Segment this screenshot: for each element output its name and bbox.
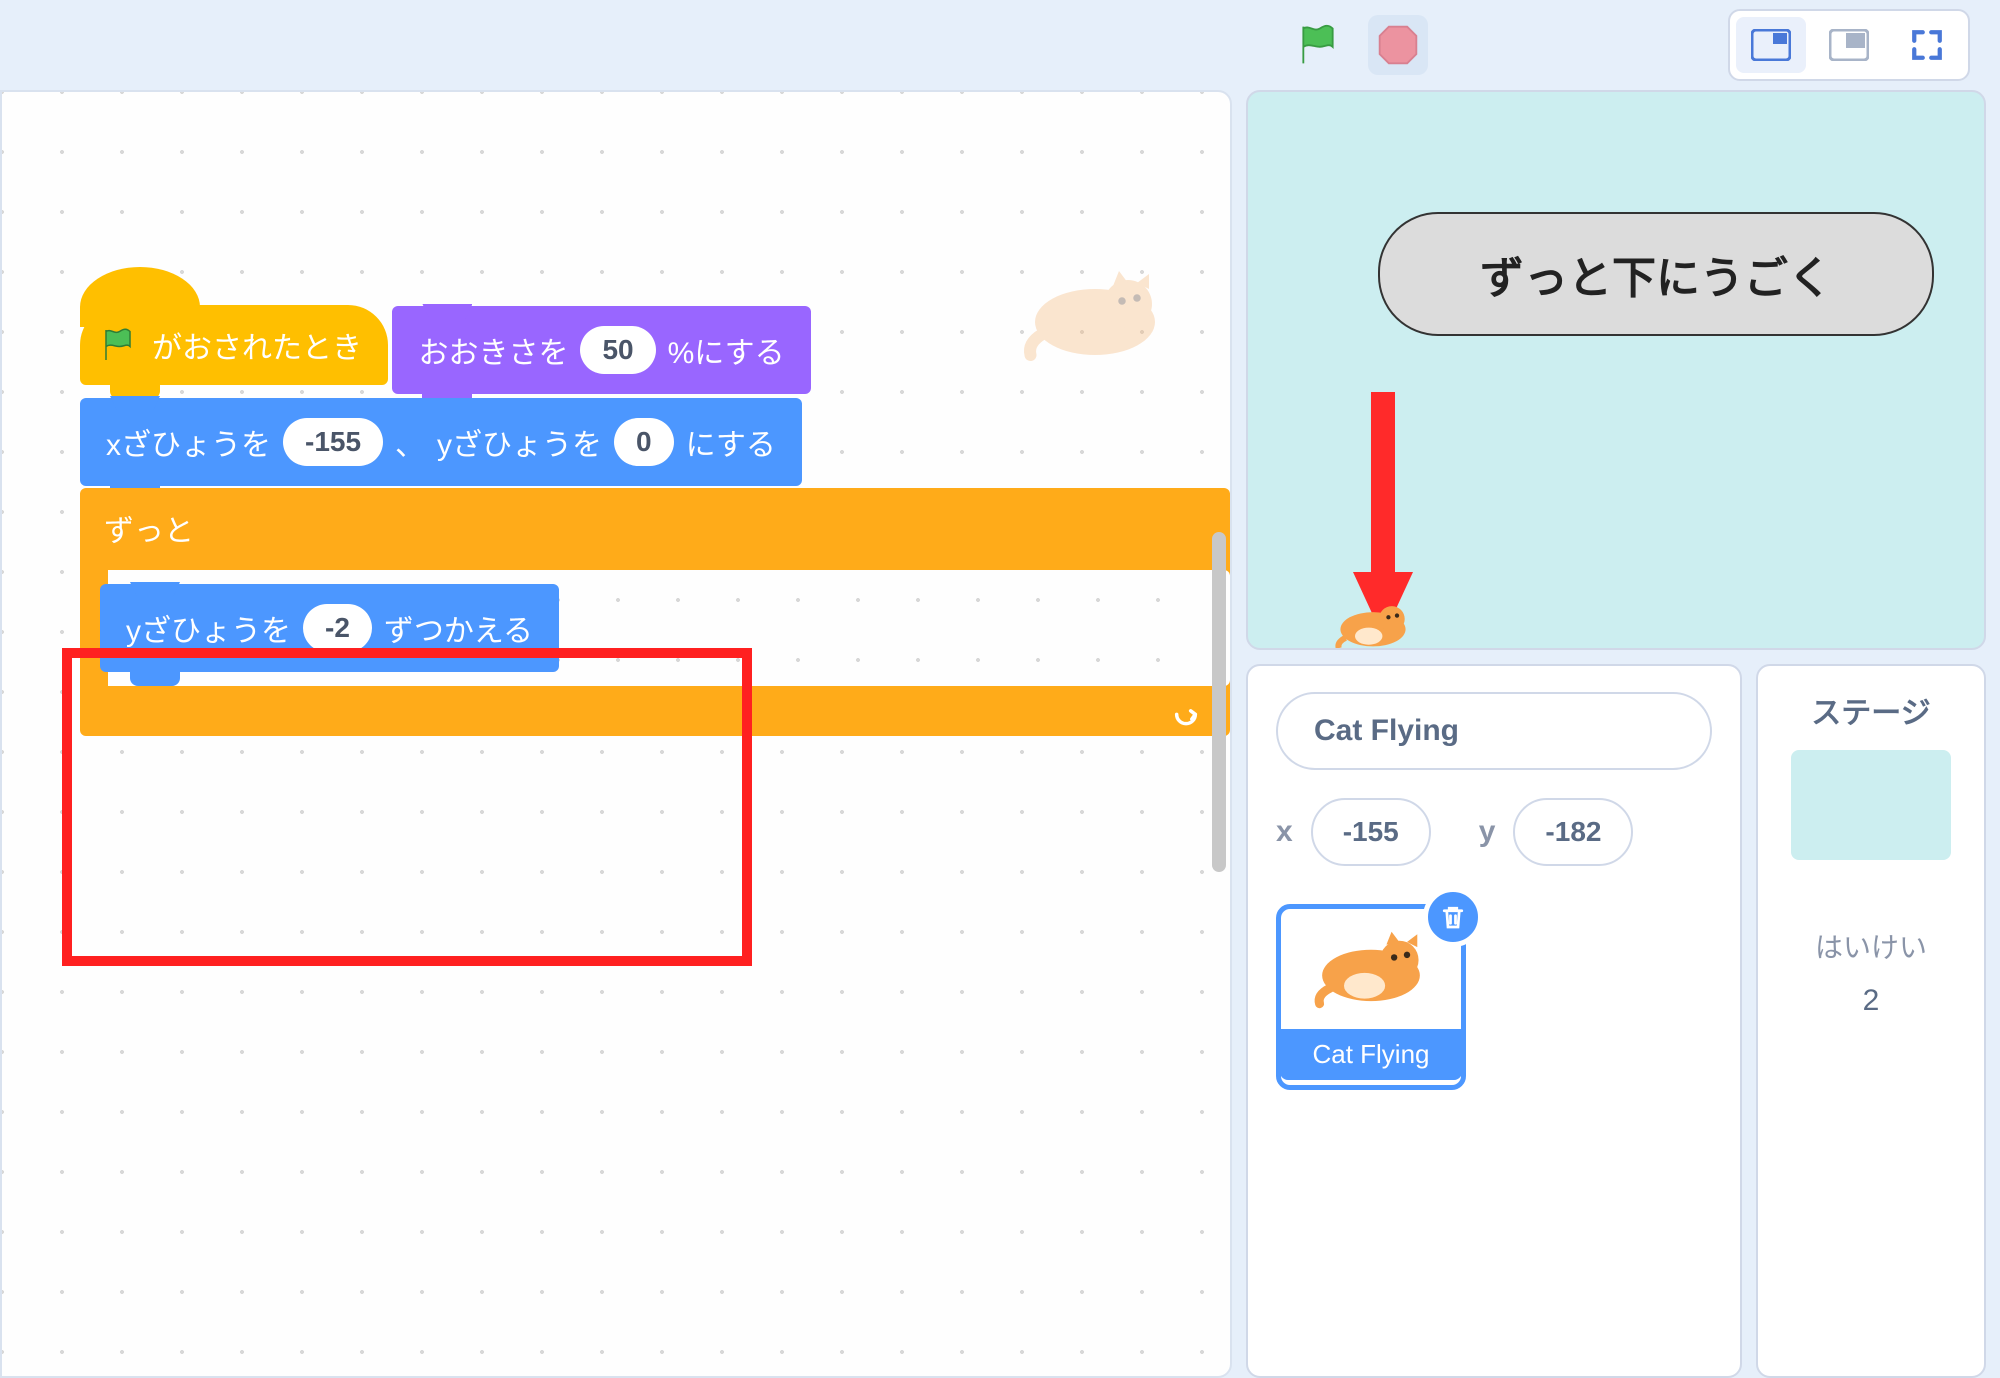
stage-size-controls [1728,9,1970,81]
when-flag-clicked-block[interactable]: がおされたとき [80,305,388,385]
delete-sprite-button[interactable] [1423,887,1483,947]
sprite-thumbnail[interactable]: Cat Flying [1276,904,1466,1090]
sprite-thumbnail-label: Cat Flying [1280,1029,1462,1080]
sprite-name-input[interactable]: Cat Flying [1276,692,1712,770]
x-input[interactable]: -155 [283,418,383,466]
stop-icon [1376,23,1420,67]
block-label: %にする [668,328,785,372]
small-stage-button[interactable] [1736,17,1806,73]
block-label: おおきさを [418,328,568,372]
sprite-y-input[interactable]: -182 [1513,798,1633,866]
stage-preview[interactable]: ずっと下にうごく [1246,90,1986,650]
green-flag-icon [100,327,136,363]
sprite-x-input[interactable]: -155 [1311,798,1431,866]
fullscreen-icon [1910,28,1944,62]
stage-thumbnail[interactable] [1791,750,1951,860]
block-label: yざひょうを [437,420,602,464]
stage-panel: ステージ はいけい 2 [1756,664,1986,1378]
block-label: 、 [395,420,425,464]
fullscreen-button[interactable] [1892,17,1962,73]
block-label: ずつかえる [384,606,533,650]
blocks-stack[interactable]: がおされたとき おおきさを 50 %にする xざひょうを -155 、 yざひょ… [80,302,1230,736]
backdrops-label: はいけい [1815,926,1927,966]
annotation-bubble: ずっと下にうごく [1378,212,1934,336]
set-size-block[interactable]: おおきさを 50 %にする [392,306,810,394]
block-label: にする [686,420,776,464]
block-label: がおされたとき [152,323,362,367]
y-input[interactable]: 0 [614,418,674,466]
large-stage-icon [1829,29,1869,61]
backdrops-count: 2 [1863,984,1880,1018]
sprite-info-panel: Cat Flying x -155 y -182 [1246,664,1742,1378]
script-area[interactable]: がおされたとき おおきさを 50 %にする xざひょうを -155 、 yざひょ… [0,90,1232,1378]
dy-input[interactable]: -2 [303,604,372,652]
loop-arrow-icon [1172,698,1200,726]
block-label: xざひょうを [106,420,271,464]
large-stage-button[interactable] [1814,17,1884,73]
block-label: yざひょうを [126,606,291,650]
x-label: x [1276,815,1293,849]
vertical-scrollbar[interactable] [1212,532,1226,872]
trash-icon [1438,902,1468,932]
size-input[interactable]: 50 [580,326,655,374]
stop-button[interactable] [1368,15,1428,75]
change-y-block[interactable]: yざひょうを -2 ずつかえる [100,584,559,672]
small-stage-icon [1751,29,1791,61]
sprite-on-stage [1328,595,1418,650]
y-label: y [1479,815,1496,849]
top-bar [0,0,2000,90]
stage-panel-title: ステージ [1811,688,1930,732]
forever-block[interactable]: ずっと yざひょうを -2 ずつかえる [80,488,1230,736]
goto-xy-block[interactable]: xざひょうを -155 、 yざひょうを 0 にする [80,398,802,486]
block-label: ずっと [104,515,194,548]
green-flag-button[interactable] [1288,15,1348,75]
green-flag-icon [1296,23,1340,67]
